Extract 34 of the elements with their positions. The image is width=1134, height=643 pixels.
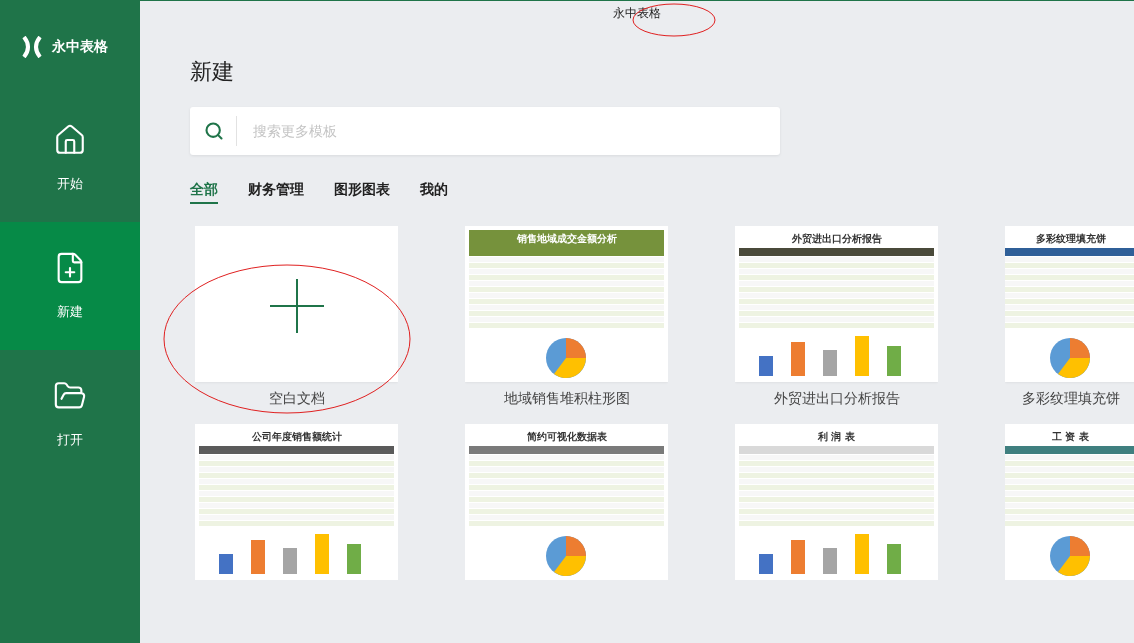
sidebar-item[interactable]: 开始 — [0, 94, 140, 222]
blank-template[interactable] — [195, 226, 398, 382]
category-tab[interactable]: 财务管理 — [248, 181, 304, 204]
template-name: 外贸进出口分析报告 — [773, 390, 900, 408]
app-name: 永中表格 — [52, 38, 108, 56]
category-tab[interactable]: 我的 — [420, 181, 448, 204]
page-title: 新建 — [190, 58, 235, 86]
sidebar-item[interactable]: 新建 — [0, 222, 140, 350]
template-title: 利 润 表 — [817, 430, 856, 444]
template-name: 多彩纹理填充饼 — [1021, 390, 1120, 408]
template-thumbnail[interactable]: 多彩纹理填充饼 — [1005, 226, 1134, 382]
template-thumbnail[interactable]: 销售地域成交金额分析 — [465, 226, 668, 382]
template-thumbnail[interactable]: 简约可视化数据表 — [465, 424, 668, 580]
template-thumbnail[interactable]: 公司年度销售额统计 — [195, 424, 398, 580]
logo-icon — [22, 36, 42, 58]
template-thumbnail[interactable]: 工 资 表 — [1005, 424, 1134, 580]
template-title: 工 资 表 — [1051, 430, 1090, 444]
template-title: 外贸进出口分析报告 — [790, 232, 883, 246]
template-name: 空白文档 — [268, 390, 325, 408]
template-thumbnail[interactable]: 外贸进出口分析报告 — [735, 226, 938, 382]
template-name: 地域销售堆积柱形图 — [503, 390, 630, 408]
template-title: 多彩纹理填充饼 — [1034, 232, 1107, 246]
template-title: 销售地域成交金额分析 — [469, 230, 664, 248]
category-tab[interactable]: 图形图表 — [334, 181, 390, 204]
sidebar-item[interactable]: 打开 — [0, 350, 140, 478]
window-title: 永中表格 — [613, 6, 661, 20]
search-icon — [204, 121, 224, 141]
house-icon — [53, 123, 87, 157]
template-thumbnail[interactable]: 利 润 表 — [735, 424, 938, 580]
search-field[interactable]: 搜索更多模板 — [190, 107, 780, 155]
template-title: 公司年度销售额统计 — [250, 430, 343, 444]
category-tab[interactable]: 全部 — [190, 181, 218, 204]
template-title: 简约可视化数据表 — [525, 430, 608, 444]
plus-icon — [269, 279, 324, 333]
